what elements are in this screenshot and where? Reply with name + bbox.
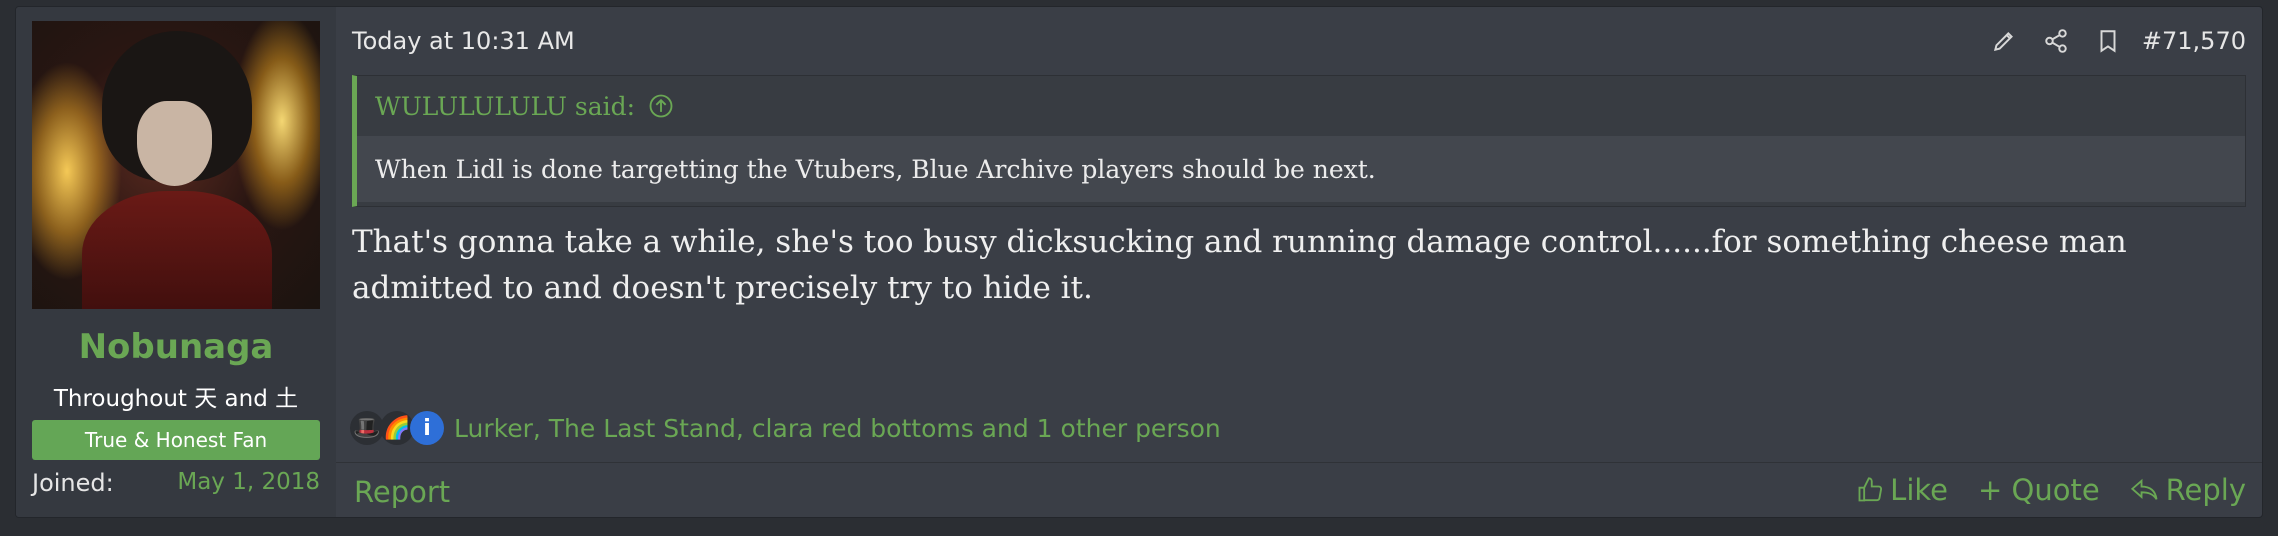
quote-header[interactable]: WULULULULU said: <box>357 76 2245 136</box>
post-date[interactable]: Today at 10:31 AM <box>352 27 575 55</box>
report-link[interactable]: Report <box>354 475 450 509</box>
quote-author: WULULULULU said: <box>375 91 636 121</box>
joined-value: May 1, 2018 <box>177 469 320 495</box>
reaction-icon[interactable]: 🌈 <box>380 411 414 445</box>
reaction-icon[interactable]: 🎩 <box>350 411 384 445</box>
jump-up-icon[interactable] <box>647 92 675 120</box>
thumbs-up-icon <box>1858 477 1883 502</box>
bookmark-icon[interactable] <box>2082 21 2134 61</box>
post-actions-top: #71,570 <box>1978 21 2262 61</box>
avatar-face <box>137 101 212 186</box>
quote-button[interactable]: + Quote <box>1978 473 2100 507</box>
post-number[interactable]: #71,570 <box>2142 27 2246 55</box>
share-icon[interactable] <box>2030 21 2082 61</box>
post-footer: Report Like + Quote Reply <box>336 462 2262 517</box>
username[interactable]: Nobunaga <box>16 327 336 367</box>
quote-text: When Lidl is done targetting the Vtubers… <box>357 136 2245 202</box>
reply-button[interactable]: Reply <box>2130 473 2246 507</box>
reaction-users[interactable]: Lurker, The Last Stand, clara red bottom… <box>454 414 1221 443</box>
user-sidebar: Nobunaga Throughout 天 and 土 True & Hones… <box>16 7 336 517</box>
joined-label: Joined: <box>32 469 114 497</box>
footer-actions: Like + Quote Reply <box>1826 473 2246 507</box>
post-container: Nobunaga Throughout 天 and 土 True & Hones… <box>15 6 2263 518</box>
avatar-cape <box>82 191 272 309</box>
reply-label: Reply <box>2165 473 2246 507</box>
reply-icon <box>2130 478 2158 500</box>
message-body: That's gonna take a while, she's too bus… <box>352 224 2127 306</box>
like-label: Like <box>1890 473 1948 507</box>
user-banner: True & Honest Fan <box>32 420 320 460</box>
quote-block: WULULULULU said: When Lidl is done targe… <box>352 75 2246 207</box>
like-button[interactable]: Like <box>1856 473 1948 507</box>
post-main: Today at 10:31 AM #71,570 WULULULULU sai… <box>336 7 2262 517</box>
reactions-bar[interactable]: 🎩 🌈 i Lurker, The Last Stand, clara red … <box>350 411 1221 445</box>
highlight-icon[interactable] <box>1978 21 2030 61</box>
avatar[interactable] <box>32 21 320 309</box>
quote-label: + Quote <box>1977 473 2100 507</box>
user-title: Throughout 天 and 土 <box>53 386 299 412</box>
info-reaction-icon[interactable]: i <box>410 411 444 445</box>
